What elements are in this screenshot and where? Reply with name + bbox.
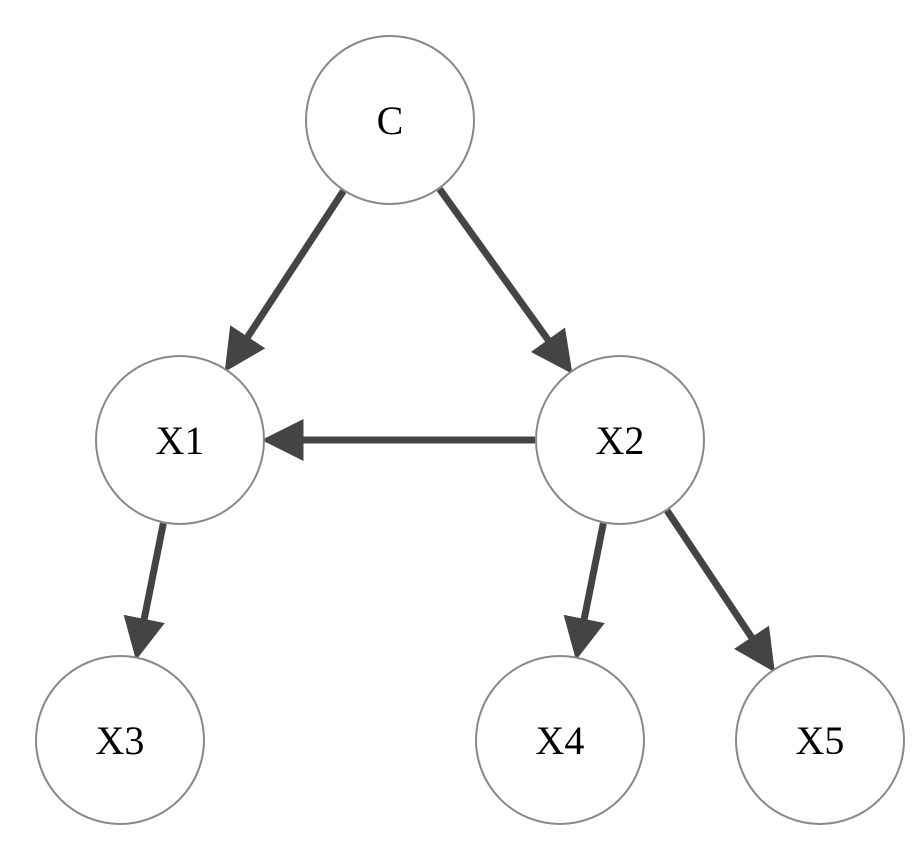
node-label: X4 [536, 717, 585, 764]
node-label: X1 [156, 417, 205, 464]
node-label: X3 [96, 717, 145, 764]
node-x3: X3 [35, 655, 205, 825]
edge-c-x1 [229, 191, 344, 366]
node-label: X2 [596, 417, 645, 464]
edge-x1-x3 [137, 523, 163, 653]
node-x4: X4 [475, 655, 645, 825]
node-x1: X1 [95, 355, 265, 525]
node-x2: X2 [535, 355, 705, 525]
node-label: X5 [796, 717, 845, 764]
edge-x2-x5 [667, 511, 771, 667]
node-x5: X5 [735, 655, 905, 825]
node-label: C [377, 97, 404, 144]
edge-c-x2 [440, 189, 569, 368]
node-c: C [305, 35, 475, 205]
edge-x2-x4 [577, 523, 603, 653]
